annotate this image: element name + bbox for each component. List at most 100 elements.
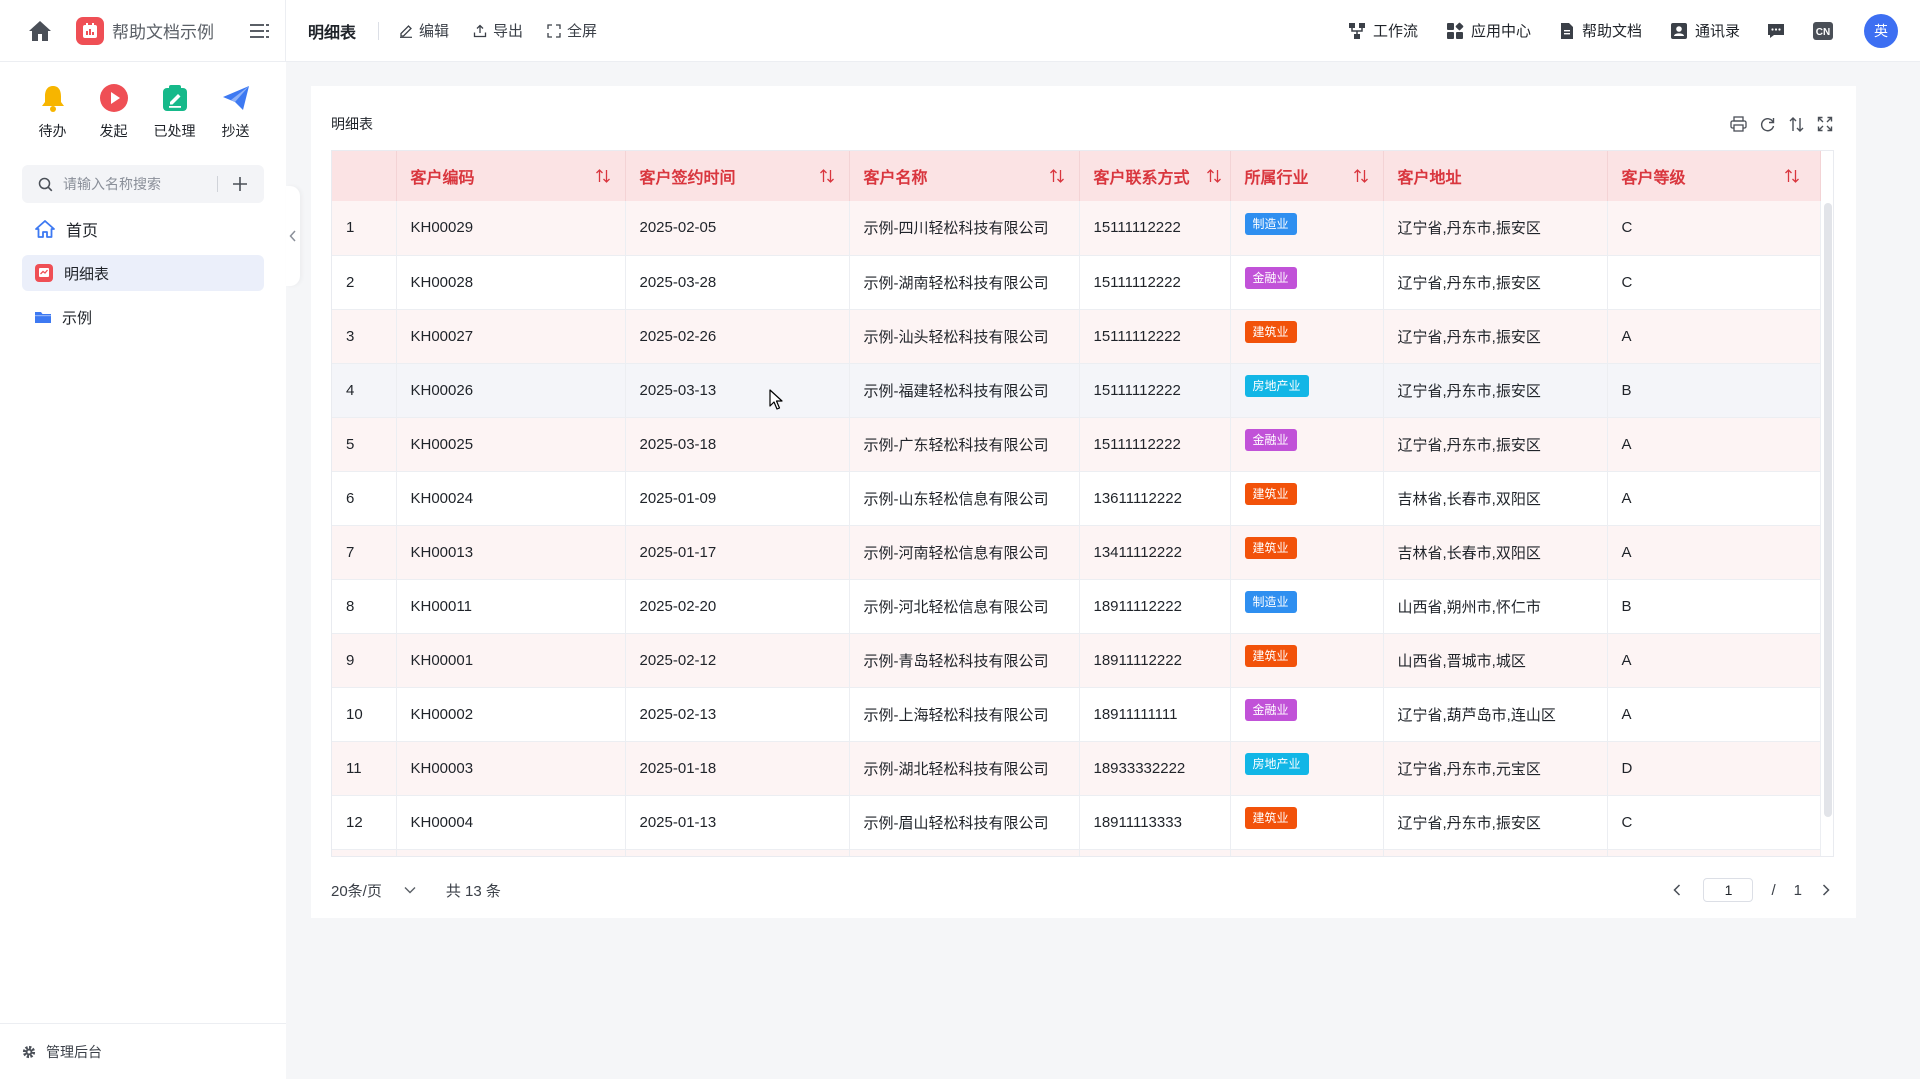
message-button[interactable] (1766, 22, 1786, 40)
sidebar-item-home[interactable]: 首页 (22, 211, 264, 247)
quick-todo[interactable]: 待办 (22, 82, 83, 141)
document-icon (1560, 22, 1573, 39)
refresh-button[interactable] (1759, 116, 1776, 133)
table-row[interactable]: 5 KH00025 2025-03-18 示例-广东轻松科技有限公司 151111122… (332, 417, 1821, 472)
cell-level: C (1607, 201, 1821, 256)
col-header-address-label: 客户地址 (1397, 170, 1462, 187)
prev-page-button[interactable] (1669, 884, 1685, 896)
sort-toggle-button[interactable] (1788, 116, 1805, 133)
cell-no: 2 (332, 255, 397, 310)
table-fullscreen-button[interactable] (1817, 116, 1833, 132)
cell-name: 示例-山东轻松信息有限公司 (849, 471, 1080, 526)
quick-processed[interactable]: 已处理 (144, 82, 205, 141)
cell-industry: 金融业 (1230, 255, 1384, 310)
sidebar-collapse-button[interactable] (286, 186, 300, 286)
nav-contacts[interactable]: 通讯录 (1670, 20, 1740, 41)
refresh-icon (1760, 117, 1775, 131)
nav-workflow[interactable]: 工作流 (1348, 20, 1418, 41)
table-row[interactable]: 3 KH00027 2025-02-26 示例-汕头轻松科技有限公司 151111122… (332, 309, 1821, 364)
nav-app-center[interactable]: 应用中心 (1446, 20, 1531, 41)
cell-address: 辽宁省,丹东市,振安区 (1383, 201, 1608, 256)
cell-address: 山西省,晋城市,城区 (1383, 633, 1608, 688)
cell-industry: 建筑业 (1230, 795, 1384, 850)
col-header-address[interactable]: 客户地址 (1383, 151, 1608, 201)
table-row[interactable]: 7 KH00013 2025-01-17 示例-河南轻松信息有限公司 134111122… (332, 525, 1821, 580)
cell-phone: 18933332222 (1079, 741, 1231, 796)
col-header-code[interactable]: 客户编码 (396, 151, 626, 201)
table-row[interactable]: 6 KH00024 2025-01-09 示例-山东轻松信息有限公司 136111122… (332, 471, 1821, 526)
menu-toggle-button[interactable] (250, 23, 270, 39)
cell-no: 10 (332, 687, 397, 742)
nav-help-docs[interactable]: 帮助文档 (1559, 20, 1642, 41)
cell-no: 9 (332, 633, 397, 688)
cell-date: 2025-01-18 (625, 741, 850, 796)
cell-date: 2025-03-28 (625, 255, 850, 310)
admin-backend-link[interactable]: 管理后台 (0, 1023, 286, 1079)
cell-date: 2025-02-20 (625, 579, 850, 634)
sort-date-button[interactable] (819, 168, 835, 189)
sort-code-button[interactable] (595, 168, 611, 189)
col-header-name[interactable]: 客户名称 (849, 151, 1080, 201)
table-row[interactable]: 8 KH00011 2025-02-20 示例-河北轻松信息有限公司 189111122… (332, 579, 1821, 634)
page-size-select[interactable]: 20条/页 (331, 880, 416, 901)
card-toolbar (1718, 116, 1833, 133)
cell-industry: 房地产业 (1230, 741, 1384, 796)
cell-address: 山西省,朔州市,怀仁市 (1383, 579, 1608, 634)
cell-empty (1383, 849, 1608, 856)
cell-name: 示例-河北轻松信息有限公司 (849, 579, 1080, 634)
table-row[interactable]: 4 KH00026 2025-03-13 示例-福建轻松科技有限公司 151111122… (332, 363, 1821, 418)
add-button[interactable] (232, 176, 248, 192)
cell-date: 2025-01-17 (625, 525, 850, 580)
language-button[interactable]: CN (1812, 21, 1834, 41)
table-row[interactable]: 11 KH00003 2025-01-18 示例-湖北轻松科技有限公司 18933332… (332, 741, 1821, 796)
cell-empty (396, 849, 626, 856)
table-scrollbar[interactable] (1824, 203, 1832, 817)
col-header-level[interactable]: 客户等级 (1607, 151, 1821, 201)
sort-name-button[interactable] (1049, 168, 1065, 189)
cell-address: 辽宁省,葫芦岛市,连山区 (1383, 687, 1608, 742)
sidebar-item-report[interactable]: 明细表 (22, 255, 264, 291)
nav-workflow-label: 工作流 (1372, 23, 1418, 40)
col-header-date[interactable]: 客户签约时间 (625, 151, 850, 201)
cell-level: A (1607, 309, 1821, 364)
app-center-icon (1446, 22, 1464, 39)
sidebar-item-example[interactable]: 示例 (22, 299, 264, 335)
user-avatar[interactable]: 英 (1864, 13, 1898, 48)
table-row[interactable]: 10 KH00002 2025-02-13 示例-上海轻松科技有限公司 18911111… (332, 687, 1821, 742)
col-header-code-label: 客户编码 (410, 170, 475, 187)
home-button[interactable] (20, 11, 60, 51)
table-row[interactable]: 12 KH00004 2025-01-13 示例-眉山轻松科技有限公司 18911113… (332, 795, 1821, 850)
quick-initiate[interactable]: 发起 (83, 82, 144, 141)
current-page-input[interactable] (1703, 878, 1754, 902)
quick-processed-label: 已处理 (153, 123, 196, 139)
cell-date: 2025-02-05 (625, 201, 850, 256)
expand-icon (1817, 116, 1833, 132)
edit-button[interactable]: 编辑 (399, 20, 449, 41)
nav-help-docs-label: 帮助文档 (1581, 23, 1642, 40)
sort-icon (1049, 169, 1064, 183)
col-header-phone-label: 客户联系方式 (1093, 170, 1190, 187)
next-page-button[interactable] (1818, 884, 1834, 896)
sort-level-button[interactable] (1784, 168, 1800, 189)
cell-name: 示例-湖北轻松科技有限公司 (849, 741, 1080, 796)
industry-tag: 建筑业 (1244, 537, 1297, 559)
table-row[interactable]: 1 KH00029 2025-02-05 示例-四川轻松科技有限公司 151111122… (332, 201, 1821, 256)
quick-cc[interactable]: 抄送 (205, 82, 266, 141)
table-row[interactable]: 2 KH00028 2025-03-28 示例-湖南轻松科技有限公司 151111122… (332, 255, 1821, 310)
table-row[interactable]: 9 KH00001 2025-02-12 示例-青岛轻松科技有限公司 189111122… (332, 633, 1821, 688)
export-button[interactable]: 导出 (473, 20, 523, 41)
brand-area: 帮助文档示例 (0, 0, 286, 62)
search-input[interactable] (61, 175, 211, 193)
sort-phone-button[interactable] (1206, 168, 1222, 189)
sort-industry-button[interactable] (1353, 168, 1369, 189)
col-header-phone[interactable]: 客户联系方式 (1079, 151, 1231, 201)
col-header-industry[interactable]: 所属行业 (1230, 151, 1384, 201)
done-icon (162, 85, 187, 111)
cell-code: KH00025 (396, 417, 626, 472)
print-button[interactable] (1730, 116, 1747, 132)
fullscreen-button[interactable]: 全屏 (547, 20, 597, 41)
cell-name: 示例-汕头轻松科技有限公司 (849, 309, 1080, 364)
cell-level: A (1607, 687, 1821, 742)
cell-no: 12 (332, 795, 397, 850)
industry-tag: 建筑业 (1244, 321, 1297, 343)
